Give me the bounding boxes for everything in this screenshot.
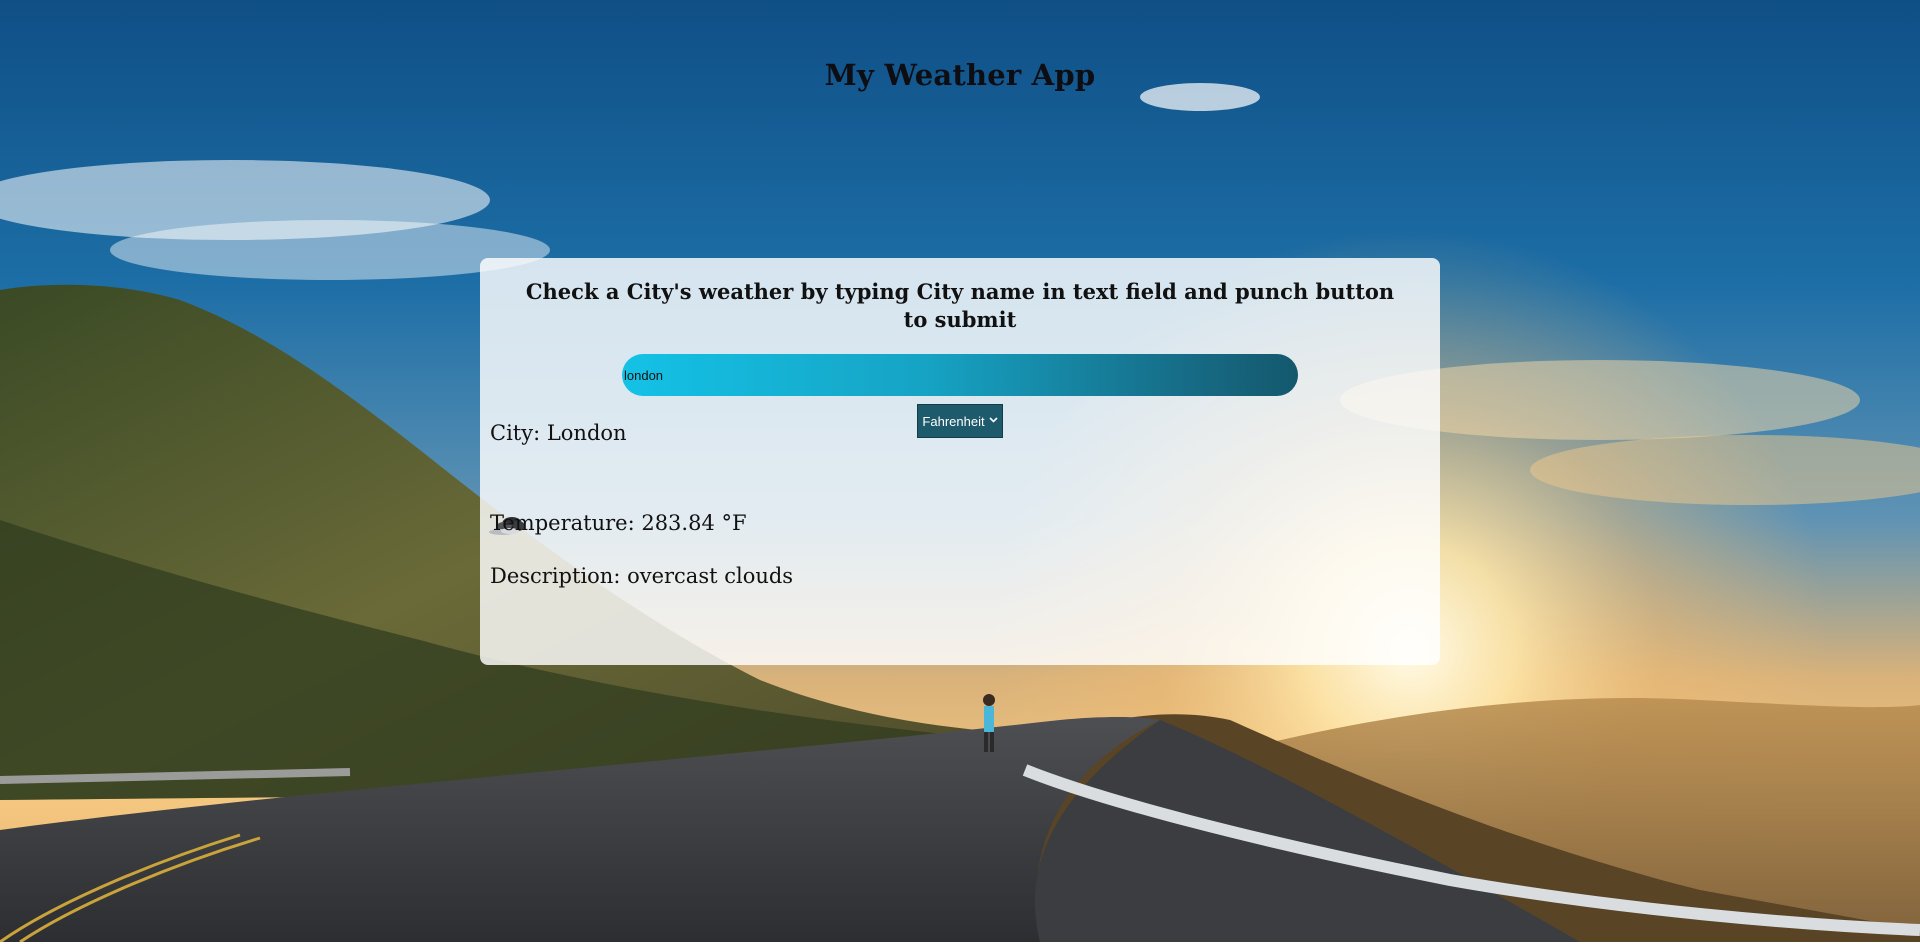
page: My Weather App Check a City's weather by… bbox=[0, 0, 1920, 944]
app-title: My Weather App bbox=[824, 58, 1096, 92]
instructions-heading: Check a City's weather by typing City na… bbox=[525, 279, 1395, 332]
unit-select[interactable]: Fahrenheit bbox=[917, 404, 1003, 438]
unit-select-value: Fahrenheit bbox=[922, 413, 985, 429]
city-search-input[interactable] bbox=[622, 354, 1298, 396]
description: Description: overcast clouds bbox=[490, 564, 794, 588]
chevron-down-icon bbox=[989, 416, 998, 426]
city-name: City: London bbox=[490, 421, 627, 445]
temperature: Temperature: 283.84 °F bbox=[490, 511, 747, 535]
weather-card: Check a City's weather by typing City na… bbox=[480, 258, 1440, 665]
